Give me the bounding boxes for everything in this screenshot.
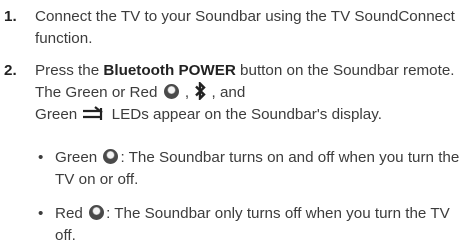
- bluetooth-icon: [195, 82, 207, 100]
- bullet-text: Red : The Soundbar only turns off when y…: [55, 205, 450, 244]
- bullet-text: Green : The Soundbar turns on and off wh…: [55, 149, 460, 188]
- instruction-page: 1. Connect the TV to your Soundbar using…: [0, 0, 468, 245]
- step-text: Press the Bluetooth POWER button on the …: [35, 62, 455, 123]
- led-circle-icon: [163, 84, 179, 99]
- input-source-icon: [83, 106, 104, 120]
- bluetooth-power-label: Bluetooth POWER: [103, 62, 236, 79]
- bullet-marker: •: [38, 149, 44, 166]
- bullet-marker: •: [38, 205, 44, 222]
- led-circle-icon: [89, 205, 105, 220]
- step-number: 2.: [4, 62, 17, 79]
- led-circle-icon: [103, 149, 119, 164]
- step-text: Connect the TV to your Soundbar using th…: [35, 8, 455, 47]
- step-number: 1.: [4, 8, 17, 25]
